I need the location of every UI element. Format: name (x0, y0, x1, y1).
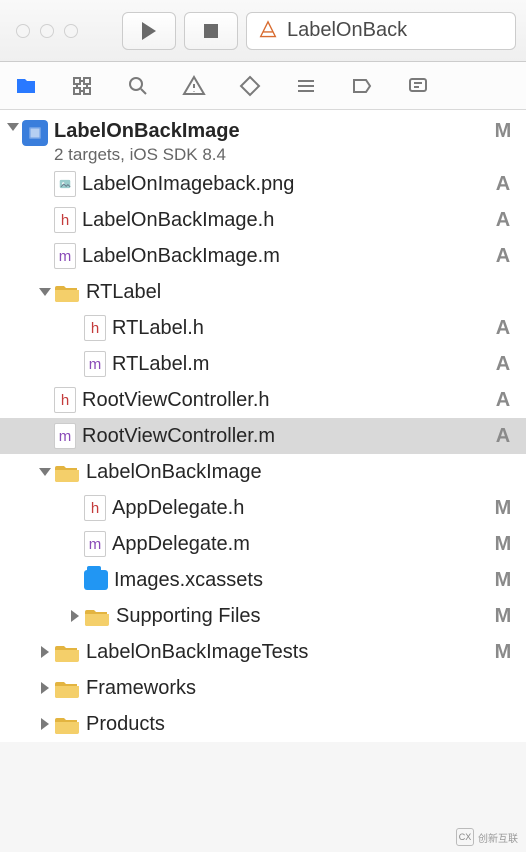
tree-item-label: LabelOnBackImage.h (82, 209, 492, 232)
folder-icon (54, 675, 80, 701)
tree-row[interactable]: m LabelOnBackImage.mA (0, 238, 526, 274)
header-file-icon: h (84, 315, 106, 341)
status-badge: A (492, 173, 514, 196)
folder-icon (54, 279, 80, 305)
header-file-icon: h (54, 207, 76, 233)
tree-row[interactable]: m RTLabel.mA (0, 346, 526, 382)
tree-item-label: Frameworks (86, 677, 492, 700)
header-file-icon: h (54, 387, 76, 413)
project-root-row[interactable]: LabelOnBackImage 2 targets, iOS SDK 8.4 … (0, 118, 526, 166)
tree-row[interactable]: h LabelOnBackImage.hA (0, 202, 526, 238)
zoom-window-button[interactable] (64, 24, 78, 38)
run-button[interactable] (122, 12, 176, 50)
status-badge: A (492, 317, 514, 340)
tree-row[interactable]: m RootViewController.mA (0, 418, 526, 454)
image-file-icon (54, 171, 76, 197)
disclosure-triangle[interactable] (38, 717, 52, 731)
implementation-file-icon: m (84, 531, 106, 557)
scheme-label: LabelOnBack (287, 19, 407, 42)
scheme-selector[interactable]: LabelOnBack (246, 12, 516, 50)
project-navigator-icon[interactable] (12, 72, 40, 100)
issue-navigator-icon[interactable] (180, 72, 208, 100)
tree-row[interactable]: RTLabel (0, 274, 526, 310)
watermark-logo-icon: CX (456, 828, 474, 846)
test-navigator-icon[interactable] (236, 72, 264, 100)
status-badge: M (492, 641, 514, 664)
tree-row[interactable]: h RTLabel.hA (0, 310, 526, 346)
tree-item-label: RTLabel.h (112, 317, 492, 340)
tree-item-label: RootViewController.h (82, 389, 492, 412)
close-window-button[interactable] (16, 24, 30, 38)
folder-icon (54, 711, 80, 737)
report-navigator-icon[interactable] (404, 72, 432, 100)
status-badge: M (492, 569, 514, 592)
project-name: LabelOnBackImage (54, 120, 240, 142)
navigator-bar (0, 62, 526, 110)
tree-item-label: AppDelegate.h (112, 497, 492, 520)
minimize-window-button[interactable] (40, 24, 54, 38)
tree-item-label: Supporting Files (116, 605, 492, 628)
tree-item-label: AppDelegate.m (112, 533, 492, 556)
find-navigator-icon[interactable] (124, 72, 152, 100)
tree-item-label: RTLabel.m (112, 353, 492, 376)
implementation-file-icon: m (54, 423, 76, 449)
project-icon (22, 120, 48, 146)
breakpoint-navigator-icon[interactable] (348, 72, 376, 100)
toolbar: LabelOnBack (0, 0, 526, 62)
status-badge: M (492, 533, 514, 556)
status-badge: A (492, 425, 514, 448)
header-file-icon: h (84, 495, 106, 521)
watermark-text: 创新互联 (478, 830, 518, 845)
tree-row[interactable]: LabelOnImageback.pngA (0, 166, 526, 202)
play-icon (142, 22, 156, 40)
window-controls (16, 24, 78, 38)
tree-item-label: RTLabel (86, 281, 492, 304)
tree-row[interactable]: LabelOnBackImage (0, 454, 526, 490)
tree-row[interactable]: h AppDelegate.hM (0, 490, 526, 526)
status-badge: A (492, 245, 514, 268)
project-tree: LabelOnBackImage 2 targets, iOS SDK 8.4 … (0, 110, 526, 742)
status-badge: M (492, 497, 514, 520)
implementation-file-icon: m (54, 243, 76, 269)
debug-navigator-icon[interactable] (292, 72, 320, 100)
tree-item-label: LabelOnBackImage (86, 461, 492, 484)
app-icon (257, 20, 279, 42)
disclosure-triangle[interactable] (6, 120, 20, 134)
status-badge: M (492, 605, 514, 628)
tree-row[interactable]: h RootViewController.hA (0, 382, 526, 418)
disclosure-triangle[interactable] (38, 645, 52, 659)
status-badge: A (492, 389, 514, 412)
tree-row[interactable]: Products (0, 706, 526, 742)
tree-item-label: Products (86, 713, 492, 736)
tree-item-label: RootViewController.m (82, 425, 492, 448)
folder-icon (54, 639, 80, 665)
disclosure-triangle[interactable] (38, 285, 52, 299)
tree-item-label: LabelOnImageback.png (82, 173, 492, 196)
status-badge: A (492, 209, 514, 232)
assets-folder-icon (84, 570, 108, 590)
disclosure-triangle[interactable] (38, 465, 52, 479)
tree-item-label: LabelOnBackImageTests (86, 641, 492, 664)
tree-item-label: LabelOnBackImage.m (82, 245, 492, 268)
implementation-file-icon: m (84, 351, 106, 377)
project-subtitle: 2 targets, iOS SDK 8.4 (54, 145, 226, 164)
tree-row[interactable]: Frameworks (0, 670, 526, 706)
disclosure-triangle[interactable] (38, 681, 52, 695)
tree-row[interactable]: Supporting FilesM (0, 598, 526, 634)
symbol-navigator-icon[interactable] (68, 72, 96, 100)
watermark: CX 创新互联 (456, 828, 518, 846)
tree-row[interactable]: Images.xcassetsM (0, 562, 526, 598)
tree-row[interactable]: LabelOnBackImageTestsM (0, 634, 526, 670)
folder-icon (54, 459, 80, 485)
disclosure-triangle[interactable] (68, 609, 82, 623)
tree-item-label: Images.xcassets (114, 569, 492, 592)
status-badge: M (492, 120, 514, 143)
stop-icon (204, 24, 218, 38)
stop-button[interactable] (184, 12, 238, 50)
status-badge: A (492, 353, 514, 376)
project-title-block: LabelOnBackImage 2 targets, iOS SDK 8.4 (54, 120, 492, 166)
tree-row[interactable]: m AppDelegate.mM (0, 526, 526, 562)
folder-icon (84, 603, 110, 629)
